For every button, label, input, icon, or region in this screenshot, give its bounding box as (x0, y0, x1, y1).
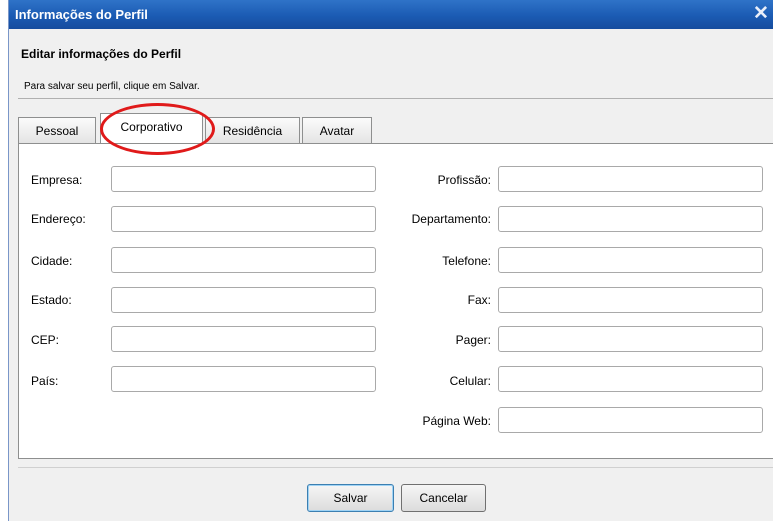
telefone-field[interactable] (498, 247, 763, 273)
label-pagina-web: Página Web: (422, 414, 492, 428)
label-endereco: Endereço: (31, 212, 86, 226)
cidade-field[interactable] (111, 247, 376, 273)
label-telefone: Telefone: (442, 254, 491, 268)
pagina-web-field[interactable] (498, 407, 763, 433)
tab-panel-corporativo: Empresa: Endereço: Cidade: Estado: CEP: … (18, 143, 773, 459)
footer-divider (18, 467, 773, 468)
pais-field[interactable] (111, 366, 376, 392)
tab-corporativo[interactable]: Corporativo (100, 113, 203, 143)
profile-dialog: Informações do Perfil ✕ Editar informaçõ… (8, 0, 773, 521)
celular-field[interactable] (498, 366, 763, 392)
pager-field[interactable] (498, 326, 763, 352)
header-divider (18, 98, 773, 99)
label-profissao: Profissão: (437, 173, 491, 187)
label-estado: Estado: (31, 293, 72, 307)
tab-avatar[interactable]: Avatar (302, 117, 372, 143)
dialog-heading: Editar informações do Perfil (21, 47, 182, 61)
empresa-field[interactable] (111, 166, 376, 192)
close-icon[interactable]: ✕ (750, 2, 772, 26)
label-pager: Pager: (455, 333, 491, 347)
dialog-subtitle: Para salvar seu perfil, clique em Salvar… (24, 81, 200, 92)
tab-pessoal[interactable]: Pessoal (18, 117, 96, 143)
cancel-button[interactable]: Cancelar (401, 484, 486, 512)
tab-residencia[interactable]: Residência (205, 117, 300, 143)
endereco-field[interactable] (111, 206, 376, 232)
departamento-field[interactable] (498, 206, 763, 232)
label-empresa: Empresa: (31, 173, 83, 187)
label-cidade: Cidade: (31, 254, 73, 268)
profissao-field[interactable] (498, 166, 763, 192)
title-bar[interactable]: Informações do Perfil ✕ (9, 0, 773, 29)
estado-field[interactable] (111, 287, 376, 313)
label-pais: País: (31, 374, 59, 388)
label-celular: Celular: (449, 374, 491, 388)
label-departamento: Departamento: (411, 212, 491, 226)
dialog-header: Editar informações do Perfil Para salvar… (9, 29, 773, 100)
window-title: Informações do Perfil (15, 7, 148, 22)
save-button[interactable]: Salvar (307, 484, 394, 512)
label-cep: CEP: (31, 333, 60, 347)
fax-field[interactable] (498, 287, 763, 313)
label-fax: Fax: (467, 293, 491, 307)
cep-field[interactable] (111, 326, 376, 352)
